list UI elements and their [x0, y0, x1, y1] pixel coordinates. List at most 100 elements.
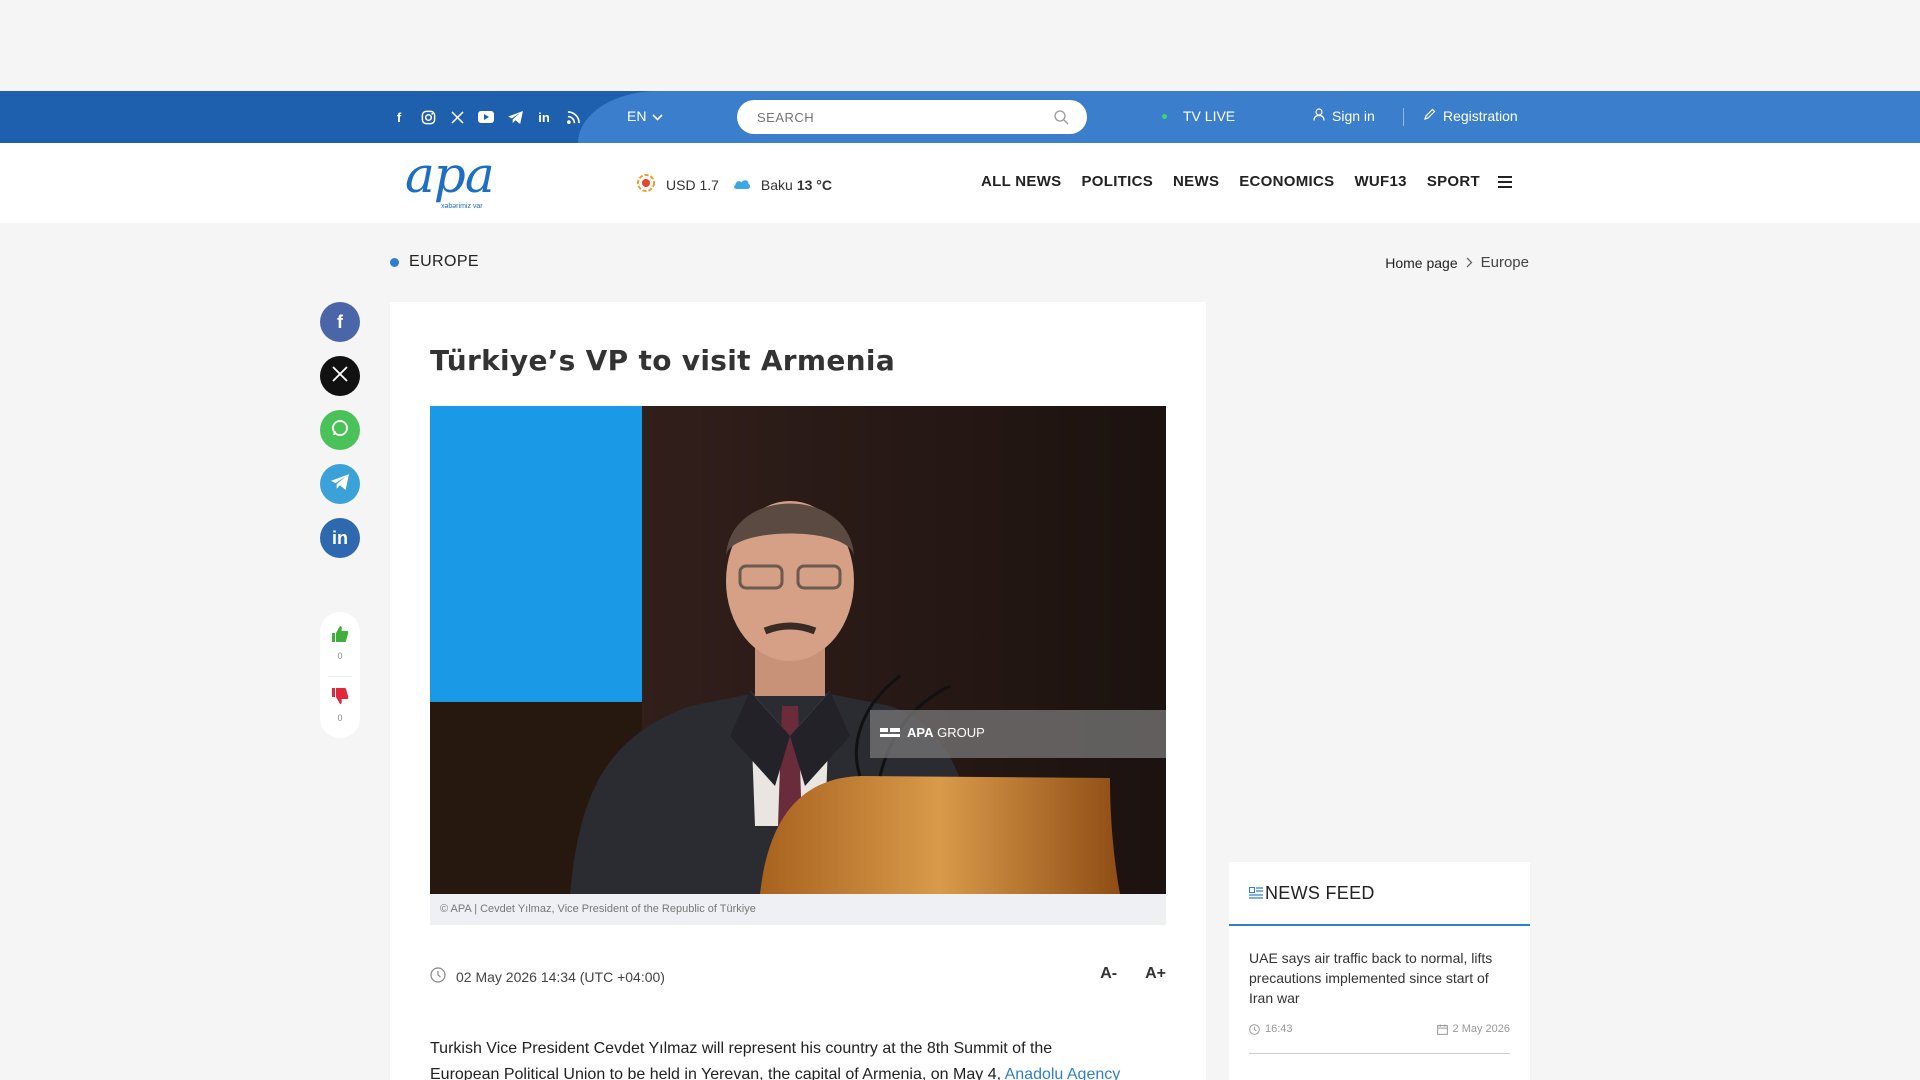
nav-all-news[interactable]: ALL NEWS	[981, 173, 1061, 190]
tv-live-label: TV LIVE	[1183, 108, 1236, 124]
top-bar: f in EN TV LIVE Sign in Registration	[0, 91, 1920, 143]
feed-item-time: 16:43	[1265, 1023, 1293, 1035]
article-photo: APA GROUP	[430, 406, 1166, 894]
registration-link[interactable]: Registration	[1423, 108, 1518, 124]
like-count: 0	[337, 651, 343, 661]
telegram-icon	[331, 473, 349, 495]
search-input[interactable]	[737, 100, 1027, 134]
feed-item-date: 2 May 2026	[1452, 1023, 1510, 1035]
body-line-2: European Political Union to be held in Y…	[430, 1066, 1005, 1080]
source-link[interactable]: Anadolu Agency	[1005, 1066, 1121, 1080]
share-buttons: f in	[320, 302, 360, 558]
thumbs-down-icon	[330, 688, 350, 710]
like-button[interactable]: 0	[320, 624, 360, 661]
feed-item[interactable]: UAE says air traffic back to normal, lif…	[1229, 926, 1530, 1035]
telegram-icon[interactable]	[505, 107, 525, 127]
news-feed-header: NEWS FEED	[1229, 862, 1530, 926]
nav-politics[interactable]: POLITICS	[1081, 173, 1153, 190]
body-line-1: Turkish Vice President Cevdet Yılmaz wil…	[430, 1040, 1053, 1057]
nav-economics[interactable]: ECONOMICS	[1239, 173, 1334, 190]
facebook-icon: f	[337, 311, 343, 332]
tv-live-link[interactable]: TV LIVE	[1162, 108, 1235, 124]
user-icon	[1313, 108, 1325, 124]
sign-in-label: Sign in	[1332, 108, 1375, 124]
section-name: EUROPE	[409, 253, 479, 270]
feed-item-date-wrap: 2 May 2026	[1436, 1023, 1510, 1035]
nav-news[interactable]: NEWS	[1173, 173, 1219, 190]
share-whatsapp-button[interactable]	[320, 410, 360, 450]
x-icon[interactable]	[447, 107, 467, 127]
clock-icon	[430, 967, 446, 986]
news-feed-title: NEWS FEED	[1265, 882, 1375, 903]
search-icon[interactable]	[1053, 109, 1069, 130]
watermark-rest: GROUP	[937, 725, 985, 740]
currency-icon	[636, 173, 656, 196]
site-logo[interactable]: apa xəbərimiz var	[405, 146, 495, 210]
dislike-button[interactable]: 0	[320, 686, 360, 723]
weather-city: Baku	[760, 176, 793, 193]
chevron-down-icon	[652, 108, 664, 124]
article-title: Türkiye’s VP to visit Armenia	[430, 344, 896, 377]
breadcrumb: Home page Europe	[1385, 254, 1529, 271]
language-selector[interactable]: EN	[627, 108, 664, 124]
feed-item-title: UAE says air traffic back to normal, lif…	[1249, 950, 1493, 1006]
main-nav: ALL NEWS POLITICS NEWS ECONOMICS WUF13 S…	[981, 173, 1512, 190]
x-icon	[330, 364, 350, 389]
divider	[1403, 108, 1404, 126]
chevron-right-icon	[1466, 255, 1473, 271]
watermark-bold: APA	[907, 725, 934, 740]
menu-icon[interactable]	[1498, 175, 1512, 188]
share-telegram-button[interactable]	[320, 464, 360, 504]
share-facebook-button[interactable]: f	[320, 302, 360, 342]
speaker-image	[430, 406, 1166, 894]
feed-divider	[1249, 1053, 1510, 1054]
section-dot-icon	[390, 257, 399, 267]
news-feed-icon	[1249, 883, 1263, 904]
vote-panel: 0 0	[320, 612, 360, 738]
breadcrumb-home[interactable]: Home page	[1385, 255, 1457, 271]
article-datetime: 02 May 2026 14:34 (UTC +04:00)	[456, 968, 665, 985]
linkedin-icon[interactable]: in	[534, 107, 554, 127]
clock-icon	[1249, 1023, 1260, 1035]
rss-icon[interactable]	[563, 107, 583, 127]
sign-in-link[interactable]: Sign in	[1313, 108, 1375, 124]
registration-label: Registration	[1443, 108, 1518, 124]
section-label: EUROPE	[390, 253, 479, 271]
cloud-icon	[733, 177, 751, 193]
search-box	[737, 100, 1087, 134]
currency-rate: USD 1.7	[666, 176, 719, 193]
photo-watermark: APA GROUP	[907, 725, 985, 740]
vote-divider	[328, 676, 352, 677]
share-x-button[interactable]	[320, 356, 360, 396]
youtube-icon[interactable]	[476, 107, 496, 127]
live-dot-icon	[1162, 113, 1167, 119]
whatsapp-icon	[330, 418, 350, 443]
article-meta: 02 May 2026 14:34 (UTC +04:00)	[430, 967, 665, 986]
language-label: EN	[627, 108, 647, 124]
font-increase-button[interactable]: A+	[1145, 965, 1166, 983]
nav-sport[interactable]: SPORT	[1427, 173, 1480, 190]
article-body: Turkish Vice President Cevdet Yılmaz wil…	[430, 1036, 1170, 1080]
instagram-icon[interactable]	[418, 107, 438, 127]
social-links: f in	[389, 107, 583, 127]
weather-temperature: 13 °C	[796, 176, 833, 193]
dislike-count: 0	[337, 713, 343, 723]
font-size-controls: A- A+	[1100, 965, 1166, 983]
article-card: Türkiye’s VP to visit Armenia APA GROUP …	[390, 302, 1206, 1080]
logo-word: apa	[405, 146, 495, 204]
nav-wuf13[interactable]: WUF13	[1354, 173, 1406, 190]
feed-item-time-wrap: 16:43	[1249, 1023, 1293, 1035]
breadcrumb-current: Europe	[1480, 254, 1529, 271]
linkedin-icon: in	[332, 527, 348, 548]
share-linkedin-button[interactable]: in	[320, 518, 360, 558]
info-ticker: USD 1.7 Baku 13 °C	[636, 173, 832, 196]
logo-tagline: xəbərimiz var	[441, 203, 483, 210]
calendar-icon	[1436, 1023, 1448, 1035]
feed-item-meta: 16:43 2 May 2026	[1249, 1023, 1510, 1035]
facebook-icon[interactable]: f	[389, 107, 409, 127]
main-header: apa xəbərimiz var USD 1.7 Baku 13 °C ALL…	[0, 143, 1920, 223]
photo-caption: © APA | Cevdet Yılmaz, Vice President of…	[430, 894, 1166, 925]
pencil-icon	[1423, 108, 1436, 124]
news-feed: NEWS FEED UAE says air traffic back to n…	[1229, 862, 1530, 1080]
font-decrease-button[interactable]: A-	[1100, 965, 1117, 983]
